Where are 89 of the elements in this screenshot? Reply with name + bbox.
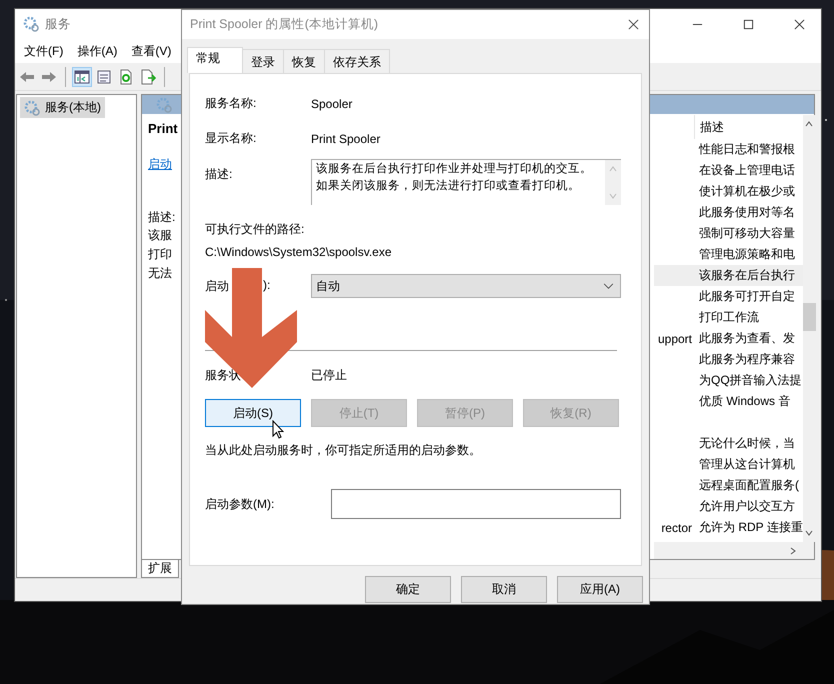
field-label: 可执行文件的路径: xyxy=(205,221,306,238)
hint-text: 当从此处启动服务时，你可指定所适用的启动参数。 xyxy=(205,442,482,459)
field-label: 显示名称: xyxy=(205,130,258,147)
list-row[interactable]: 管理电源策略和电 xyxy=(654,244,803,265)
description-label: 描述: xyxy=(148,209,176,226)
field-value: Print Spooler xyxy=(311,132,380,146)
menu-item[interactable]: 操作(A) xyxy=(77,42,118,60)
close-icon[interactable] xyxy=(794,18,805,30)
table-cell: 此服务使用对等名 xyxy=(699,205,795,219)
list-row[interactable]: 在设备上管理电话 xyxy=(654,160,803,181)
scroll-thumb[interactable] xyxy=(802,303,816,331)
table-cell: 允许为 RDP 连接重 xyxy=(699,520,803,534)
list-row[interactable]: rector 允许为 RDP 连接重 xyxy=(654,517,803,538)
list-row[interactable]: 强制可移动大容量 xyxy=(654,223,803,244)
table-cell: 该服务在后台执行 xyxy=(699,268,795,282)
field-label: 服务名称: xyxy=(205,95,258,112)
dialog-title: Print Spooler 的属性(本地计算机) xyxy=(190,16,378,33)
table-cell: 优质 Windows 音 xyxy=(699,394,790,408)
pane-icon[interactable] xyxy=(73,68,91,86)
table-cell: 在设备上管理电话 xyxy=(699,163,795,177)
table-cell: rector xyxy=(661,520,692,534)
list-row[interactable]: 为QQ拼音输入法提 xyxy=(654,370,803,391)
dialog-button[interactable]: 确定 xyxy=(365,576,451,603)
table-cell: 远程桌面配置服务( xyxy=(699,478,799,492)
menu-item[interactable]: 查看(V) xyxy=(131,42,172,60)
scroll-right-icon[interactable] xyxy=(788,546,798,556)
list-row[interactable]: 打印工作流 xyxy=(654,307,803,328)
field-label: ): xyxy=(263,278,270,294)
table-cell: 此服务为程序兼容 xyxy=(699,352,795,366)
field-label: 启动参数(M): xyxy=(205,496,276,512)
gear-icon xyxy=(23,16,39,32)
horizontal-scrollbar[interactable] xyxy=(654,542,814,559)
scroll-down-icon[interactable] xyxy=(804,528,814,538)
list-row[interactable]: 优质 Windows 音 xyxy=(654,391,803,412)
service-title: Print xyxy=(148,121,179,136)
table-cell: 打印工作流 xyxy=(699,310,759,324)
list-row[interactable]: 远程桌面配置服务( xyxy=(654,475,803,496)
table-cell: 此服务可打开自定 xyxy=(699,289,795,303)
caret-icon[interactable] xyxy=(603,282,614,290)
service-control-button[interactable]: 启动(S) xyxy=(205,399,301,427)
description-text: 打印 xyxy=(148,247,172,261)
field-value: 已停止 xyxy=(311,367,347,384)
field-value: C:\Windows\System32\spoolsv.exe xyxy=(205,245,393,259)
view-tab[interactable]: 扩展 xyxy=(141,560,179,578)
list-row[interactable]: 此服务为程序兼容 xyxy=(654,349,803,370)
table-cell: 使计算机在极少或 xyxy=(699,184,795,198)
dialog-button[interactable]: 应用(A) xyxy=(557,576,643,603)
list-row[interactable]: 该服务在后台执行 xyxy=(654,265,803,286)
list-row[interactable]: 管理从这台计算机 xyxy=(654,454,803,475)
close-icon[interactable] xyxy=(628,19,639,30)
gear-icon xyxy=(156,96,172,112)
list-row[interactable]: 此服务使用对等名 xyxy=(654,202,803,223)
description-text: 该服 xyxy=(148,228,172,242)
table-cell: 此服务为查看、发 xyxy=(699,331,795,345)
list-row[interactable]: 性能日志和警报根 xyxy=(654,139,803,160)
tab[interactable]: 依存关系 xyxy=(324,49,390,73)
scroll-up-icon[interactable] xyxy=(804,119,814,129)
table-cell: upport xyxy=(658,332,692,346)
list-row[interactable]: 此服务可打开自定 xyxy=(654,286,803,307)
tab[interactable]: 常规 xyxy=(187,47,243,73)
start-link[interactable]: 启动 xyxy=(148,157,172,171)
list-row[interactable]: upport 此服务为查看、发 xyxy=(654,328,803,349)
table-cell: 管理电源策略和电 xyxy=(699,247,795,261)
gear-icon xyxy=(24,100,40,116)
cursor-icon xyxy=(272,420,284,439)
table-cell: 为QQ拼音输入法提 xyxy=(699,373,802,387)
maximize-icon[interactable] xyxy=(743,18,754,30)
startup-type-dropdown[interactable]: 自动 xyxy=(311,274,621,298)
menu-item[interactable]: 文件(F) xyxy=(24,42,64,60)
description-text: 该服务在后台执行打印作业并处理与打印机的交互。如果关闭该服务，则无法进行打印或查看打印机。 xyxy=(315,161,593,194)
field-value: Spooler xyxy=(311,96,352,110)
window-title: 服务 xyxy=(45,16,71,32)
table-cell: 允许用户以交互方 xyxy=(699,499,795,513)
table-cell: 管理从这台计算机 xyxy=(699,457,795,471)
document-icon[interactable] xyxy=(95,68,113,86)
start-parameters-field[interactable] xyxy=(331,489,621,519)
arrow-icon xyxy=(205,268,298,388)
list-row[interactable]: 允许用户以交互方 xyxy=(654,496,803,517)
table-cell: 无论什么时候，当 xyxy=(699,436,795,450)
description-text: 无法 xyxy=(148,266,172,280)
list-row[interactable]: 无论什么时候，当 xyxy=(654,433,803,454)
dialog-button[interactable]: 取消 xyxy=(461,576,547,603)
field-label: 启动 xyxy=(205,278,229,294)
table-cell: 强制可移动大容量 xyxy=(699,226,795,240)
tree-item[interactable]: 服务(本地) xyxy=(20,97,105,118)
list-row[interactable]: 使计算机在极少或 xyxy=(654,181,803,202)
export-icon[interactable] xyxy=(139,68,157,86)
table-cell: 性能日志和警报根 xyxy=(699,142,795,156)
field-label: 描述: xyxy=(205,166,234,183)
